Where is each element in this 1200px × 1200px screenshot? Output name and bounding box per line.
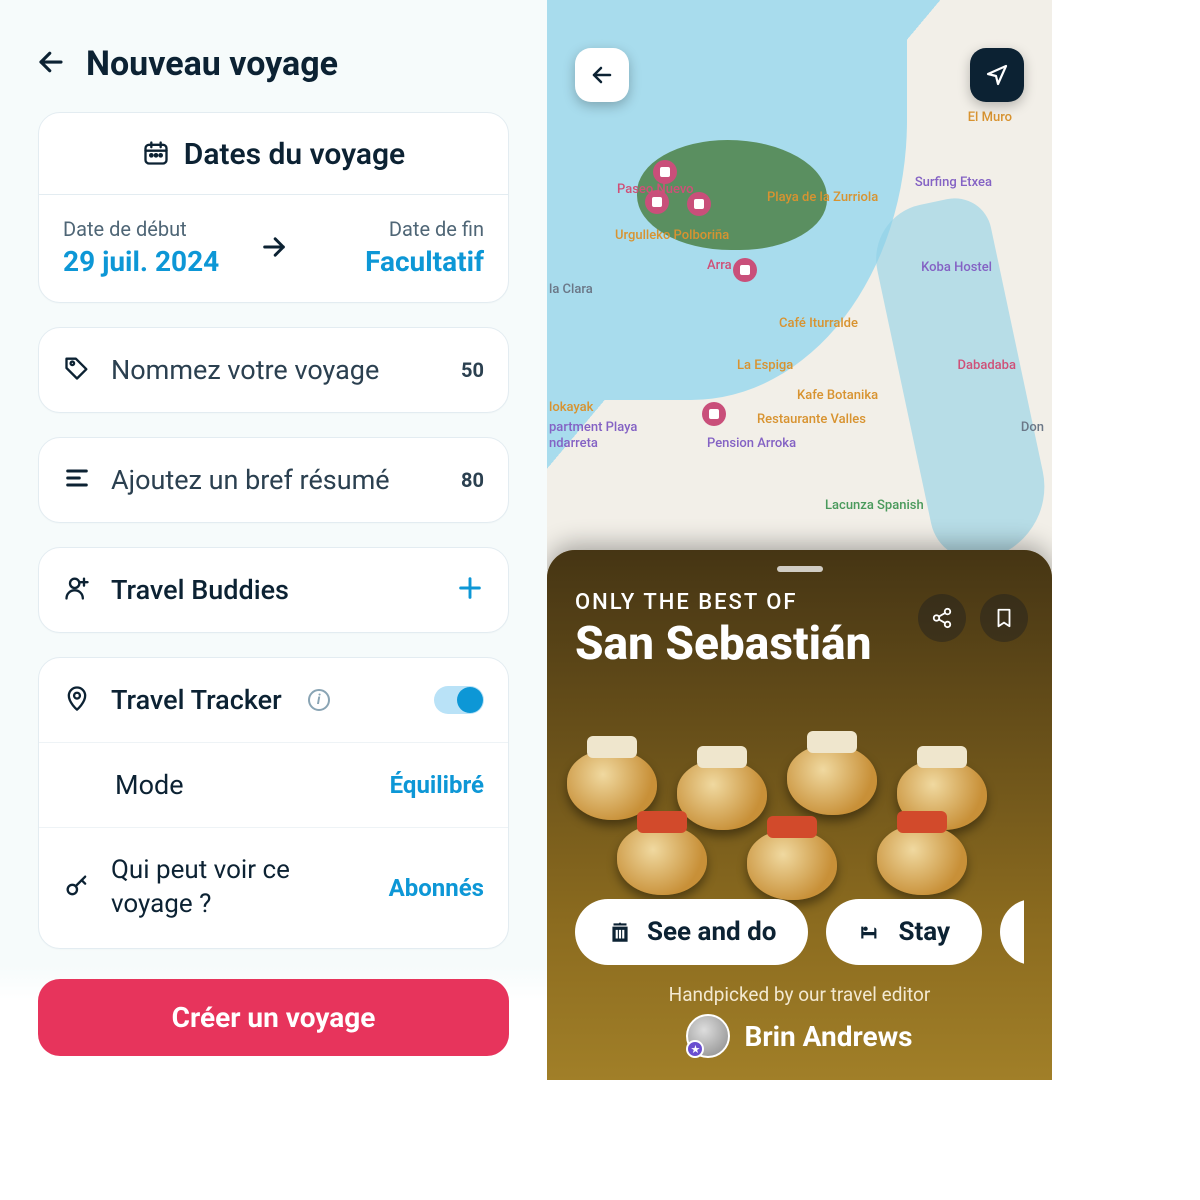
category-pills: See and do Stay: [575, 893, 1024, 983]
handpicked-label: Handpicked by our travel editor: [575, 983, 1024, 1006]
tracker-card: Travel Tracker i Mode Équilibré Qui peut…: [38, 657, 509, 949]
map-pin[interactable]: [653, 160, 677, 184]
travel-buddies-row[interactable]: Travel Buddies: [38, 547, 509, 633]
sheet-eyebrow: ONLY THE BEST OF: [575, 590, 1024, 615]
map-label: Koba Hostel: [921, 260, 992, 275]
trip-summary-placeholder: Ajoutez un bref résumé: [111, 464, 441, 496]
key-icon: [63, 872, 91, 904]
map-label: El Muro: [968, 110, 1012, 125]
map-back-button[interactable]: [575, 48, 629, 102]
map-label: lokayak: [549, 400, 593, 415]
map-pin[interactable]: [702, 402, 726, 426]
tracker-toggle[interactable]: [434, 686, 484, 714]
dates-section-title: Dates du voyage: [184, 137, 405, 172]
map-label: Playa de la Zurriola: [767, 190, 878, 205]
destination-title: San Sebastián: [575, 617, 1024, 671]
editor-name: Brin Andrews: [744, 1020, 912, 1053]
mode-label: Mode: [115, 769, 184, 801]
plus-icon[interactable]: [456, 574, 484, 606]
map-label: partment Playa: [549, 420, 637, 435]
editor-avatar: ★: [686, 1014, 730, 1058]
map-label: Restaurante Valles: [757, 412, 866, 427]
dates-card: Dates du voyage Date de début 29 juil. 2…: [38, 112, 509, 303]
map-label: Lacunza Spanish: [825, 498, 924, 513]
trip-name-placeholder: Nommez votre voyage: [111, 354, 441, 386]
destination-screen: El Muro Surfing Etxea Playa de la Zurrio…: [547, 0, 1052, 1080]
tag-icon: [63, 354, 91, 386]
locate-me-button[interactable]: [970, 48, 1024, 102]
visibility-value[interactable]: Abonnés: [389, 874, 484, 902]
end-date-label: Date de fin: [318, 217, 485, 241]
new-trip-screen: Nouveau voyage Dates du voyage Date de d…: [0, 0, 547, 1080]
calendar-icon: [142, 139, 170, 171]
create-trip-button[interactable]: Créer un voyage: [38, 979, 509, 1056]
map-label: ndarreta: [549, 436, 598, 451]
map-pin[interactable]: [733, 258, 757, 282]
map-label: La Espiga: [737, 358, 793, 373]
editor-row[interactable]: ★ Brin Andrews: [575, 1014, 1024, 1058]
tracker-title: Travel Tracker: [111, 684, 282, 716]
map-label: Paseo Nuevo: [617, 182, 694, 197]
pill-label: Stay: [898, 917, 950, 947]
create-button-area: Créer un voyage: [0, 965, 547, 1080]
map-label: Café Iturralde: [779, 316, 858, 331]
left-header: Nouveau voyage: [0, 24, 547, 112]
travel-buddies-label: Travel Buddies: [111, 574, 436, 606]
start-date-field[interactable]: Date de début 29 juil. 2024: [39, 195, 254, 302]
pill-stay[interactable]: Stay: [826, 899, 982, 965]
end-date-value: Facultatif: [318, 245, 485, 278]
trip-name-limit: 50: [461, 358, 484, 382]
map-label: Dabadaba: [958, 358, 1016, 373]
trip-summary-limit: 80: [461, 468, 484, 492]
start-date-value: 29 juil. 2024: [63, 245, 230, 278]
map-label: Don: [1021, 420, 1044, 435]
map-label: la Clara: [549, 282, 593, 297]
pill-see-and-do[interactable]: See and do: [575, 899, 808, 965]
summary-icon: [63, 464, 91, 496]
map-label: Surfing Etxea: [915, 175, 992, 190]
map-label: Urgulleko Polboriña: [615, 228, 729, 243]
map-label: Arra: [707, 258, 732, 273]
mode-value[interactable]: Équilibré: [390, 771, 484, 799]
pill-eat[interactable]: [1000, 899, 1024, 965]
back-button[interactable]: [36, 47, 66, 81]
person-add-icon: [63, 574, 91, 606]
arrow-right-icon: [254, 233, 294, 265]
visibility-label: Qui peut voir ce voyage ?: [111, 854, 331, 922]
map-label: Pension Arroka: [707, 436, 796, 451]
location-pin-icon: [63, 684, 91, 716]
start-date-label: Date de début: [63, 217, 230, 241]
trip-name-field[interactable]: Nommez votre voyage 50: [38, 327, 509, 413]
map-label: Kafe Botanika: [797, 388, 878, 403]
trip-summary-field[interactable]: Ajoutez un bref résumé 80: [38, 437, 509, 523]
end-date-field[interactable]: Date de fin Facultatif: [294, 195, 509, 302]
pill-label: See and do: [647, 917, 776, 947]
destination-sheet[interactable]: ONLY THE BEST OF San Sebastián See and d…: [547, 550, 1052, 1080]
page-title: Nouveau voyage: [86, 44, 338, 84]
info-icon[interactable]: i: [308, 689, 330, 711]
